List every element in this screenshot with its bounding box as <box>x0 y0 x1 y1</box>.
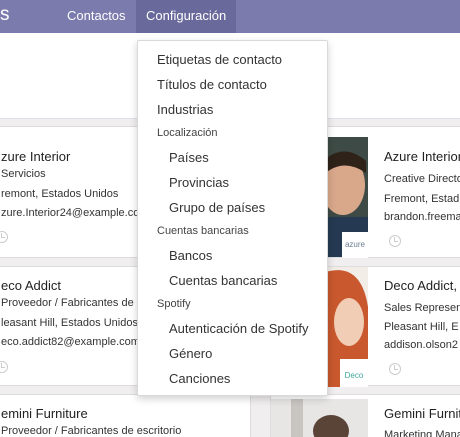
contact-location: Pleasant Hill, E <box>384 321 459 333</box>
contact-location: leasant Hill, Estados Unidos <box>1 317 138 329</box>
menu-contactos[interactable]: Contactos <box>57 0 136 33</box>
contact-name: Deco Addict, <box>384 278 457 293</box>
section-header-cuentas-bancarias: Cuentas bancarias <box>157 225 249 237</box>
activity-clock-icon[interactable] <box>0 361 8 373</box>
contact-email: brandon.freema <box>384 211 460 223</box>
top-navbar: s Contactos Configuración <box>0 0 460 33</box>
contact-name: zure Interior <box>1 149 71 164</box>
menu-item-bancos[interactable]: Bancos <box>169 248 212 263</box>
contact-name: Azure Interior <box>384 149 460 164</box>
menu-item-genero[interactable]: Género <box>169 346 212 361</box>
section-header-localizacion: Localización <box>157 127 218 139</box>
menu-item-industrias[interactable]: Industrias <box>157 102 213 117</box>
company-logo: Deco <box>340 359 368 387</box>
menu-item-grupo-paises[interactable]: Grupo de países <box>169 200 265 215</box>
contact-location: remont, Estados Unidos <box>1 188 119 200</box>
contact-function: Sales Represen <box>384 302 460 314</box>
contact-name: emini Furniture <box>1 406 88 421</box>
contact-location: Fremont, Estad <box>384 193 460 205</box>
contact-name: Gemini Furnit <box>384 406 460 421</box>
contact-card[interactable]: Gemini Furnit Marketing Mana <box>270 394 460 437</box>
contact-email: zure.Interior24@example.co <box>1 207 140 219</box>
menu-item-autenticacion-spotify[interactable]: Autenticación de Spotify <box>169 321 308 336</box>
contact-category: Proveedor / Fabricantes de escritorio <box>1 425 182 437</box>
menu-item-cuentas-bancarias[interactable]: Cuentas bancarias <box>169 273 277 288</box>
activity-clock-icon[interactable] <box>0 231 8 243</box>
menu-item-canciones[interactable]: Canciones <box>169 371 230 386</box>
section-header-spotify: Spotify <box>157 298 191 310</box>
configuracion-dropdown: Etiquetas de contacto Títulos de contact… <box>137 40 328 396</box>
contact-function: Creative Directo <box>384 173 460 185</box>
contact-function: Marketing Mana <box>384 429 460 437</box>
company-logo: azure <box>342 232 368 258</box>
activity-clock-icon[interactable] <box>389 235 401 247</box>
menu-item-paises[interactable]: Países <box>169 150 209 165</box>
menu-item-titulos[interactable]: Títulos de contacto <box>157 77 267 92</box>
contact-card[interactable]: emini Furniture Proveedor / Fabricantes … <box>0 394 251 437</box>
app-brand[interactable]: s <box>0 4 10 26</box>
contact-photo <box>271 399 368 437</box>
contact-email: eco.addict82@example.com <box>1 336 140 348</box>
contact-category: Proveedor / Fabricantes de <box>1 297 134 309</box>
menu-configuracion[interactable]: Configuración <box>136 0 237 33</box>
contact-name: eco Addict <box>1 278 61 293</box>
menu-item-provincias[interactable]: Provincias <box>169 175 229 190</box>
contact-email: addison.olson2 <box>384 339 459 351</box>
activity-clock-icon[interactable] <box>389 363 401 375</box>
contact-category: Servicios <box>1 168 46 180</box>
menu-item-etiquetas[interactable]: Etiquetas de contacto <box>157 52 282 67</box>
